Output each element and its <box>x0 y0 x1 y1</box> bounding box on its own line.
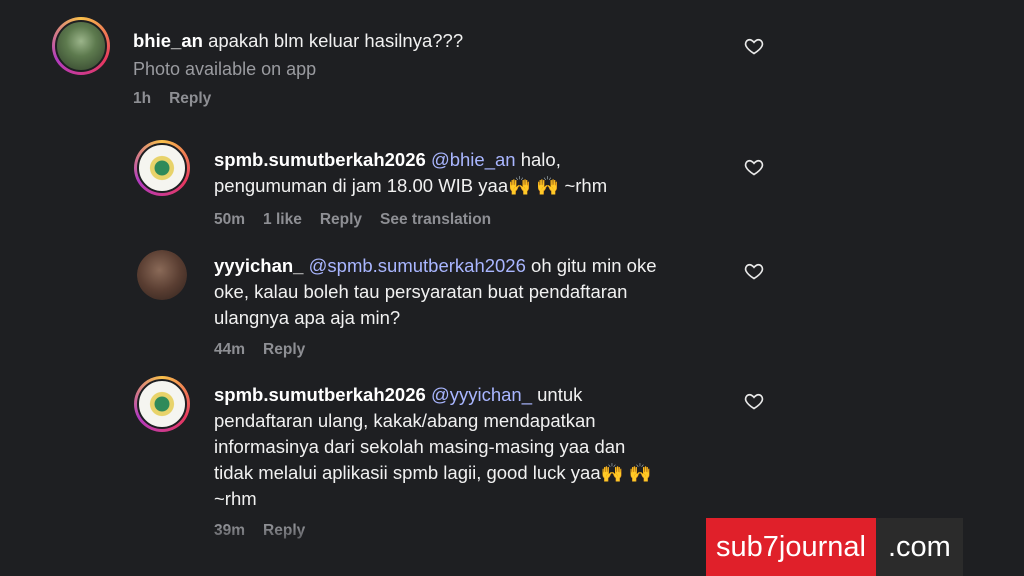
reply-button[interactable]: Reply <box>263 341 305 358</box>
avatar[interactable] <box>137 250 187 300</box>
comment-text: halo, <box>520 149 561 170</box>
avatar-logo-emblem <box>137 143 187 193</box>
comment-text: oh gitu min oke <box>531 255 657 276</box>
comment-username[interactable]: yyyichan_ <box>214 255 303 276</box>
comment-text: ~rhm <box>214 488 257 509</box>
watermark-logo: sub7journal .com <box>706 518 963 576</box>
comment-text: informasinya dari sekolah masing-masing … <box>214 436 626 457</box>
likes-count[interactable]: 1 like <box>263 211 302 228</box>
like-heart-icon[interactable] <box>744 157 764 177</box>
comment-username[interactable]: spmb.sumutberkah2026 <box>214 149 426 170</box>
comment-text: oke, kalau boleh tau persyaratan buat pe… <box>214 281 628 302</box>
photo-available-note: Photo available on app <box>133 59 317 79</box>
comment-username[interactable]: spmb.sumutberkah2026 <box>214 384 426 405</box>
watermark-tld: .com <box>875 518 963 576</box>
like-heart-icon[interactable] <box>744 261 764 281</box>
reply-button[interactable]: Reply <box>320 211 362 228</box>
comment-text: pendaftaran ulang, kakak/abang mendapatk… <box>214 410 596 431</box>
avatar[interactable] <box>134 376 190 432</box>
avatar-photo <box>55 20 107 72</box>
avatar-logo-emblem <box>137 379 187 429</box>
comment-text: untuk <box>537 384 583 405</box>
comment-text: tidak melalui aplikasii spmb lagii, good… <box>214 462 652 483</box>
comment-meta: 50m 1 like Reply See translation <box>214 211 509 229</box>
comment-meta: 1h Reply <box>133 90 229 108</box>
reply-button[interactable]: Reply <box>169 90 211 107</box>
comment-meta: 44m Reply <box>214 341 323 359</box>
avatar[interactable] <box>134 140 190 196</box>
avatar-photo <box>137 250 187 300</box>
comment-time: 1h <box>133 90 152 107</box>
comment-body: yyyichan_ @spmb.sumutberkah2026 oh gitu … <box>214 253 657 278</box>
mention-link[interactable]: @spmb.sumutberkah2026 <box>309 255 526 276</box>
mention-link[interactable]: @yyyichan_ <box>431 384 532 405</box>
comment-username[interactable]: bhie_an <box>133 30 203 51</box>
comment-body: bhie_an apakah blm keluar hasilnya??? <box>133 28 463 53</box>
mention-link[interactable]: @bhie_an <box>431 149 516 170</box>
comment-time: 50m <box>214 211 246 228</box>
comment-text: pengumuman di jam 18.00 WIB yaa🙌 🙌 ~rhm <box>214 175 608 196</box>
see-translation-link[interactable]: See translation <box>380 211 491 228</box>
like-heart-icon[interactable] <box>744 36 764 56</box>
watermark-brand: sub7journal <box>706 518 876 576</box>
comment-body: spmb.sumutberkah2026 @bhie_an halo, <box>214 147 561 172</box>
comment-text: ulangnya apa aja min? <box>214 307 401 328</box>
like-heart-icon[interactable] <box>744 391 764 411</box>
comment-body: spmb.sumutberkah2026 @yyyichan_ untuk <box>214 382 582 407</box>
comment-text: apakah blm keluar hasilnya??? <box>208 30 464 51</box>
avatar[interactable] <box>52 17 110 75</box>
scroll-fade <box>0 526 700 576</box>
comment-time: 44m <box>214 341 246 358</box>
